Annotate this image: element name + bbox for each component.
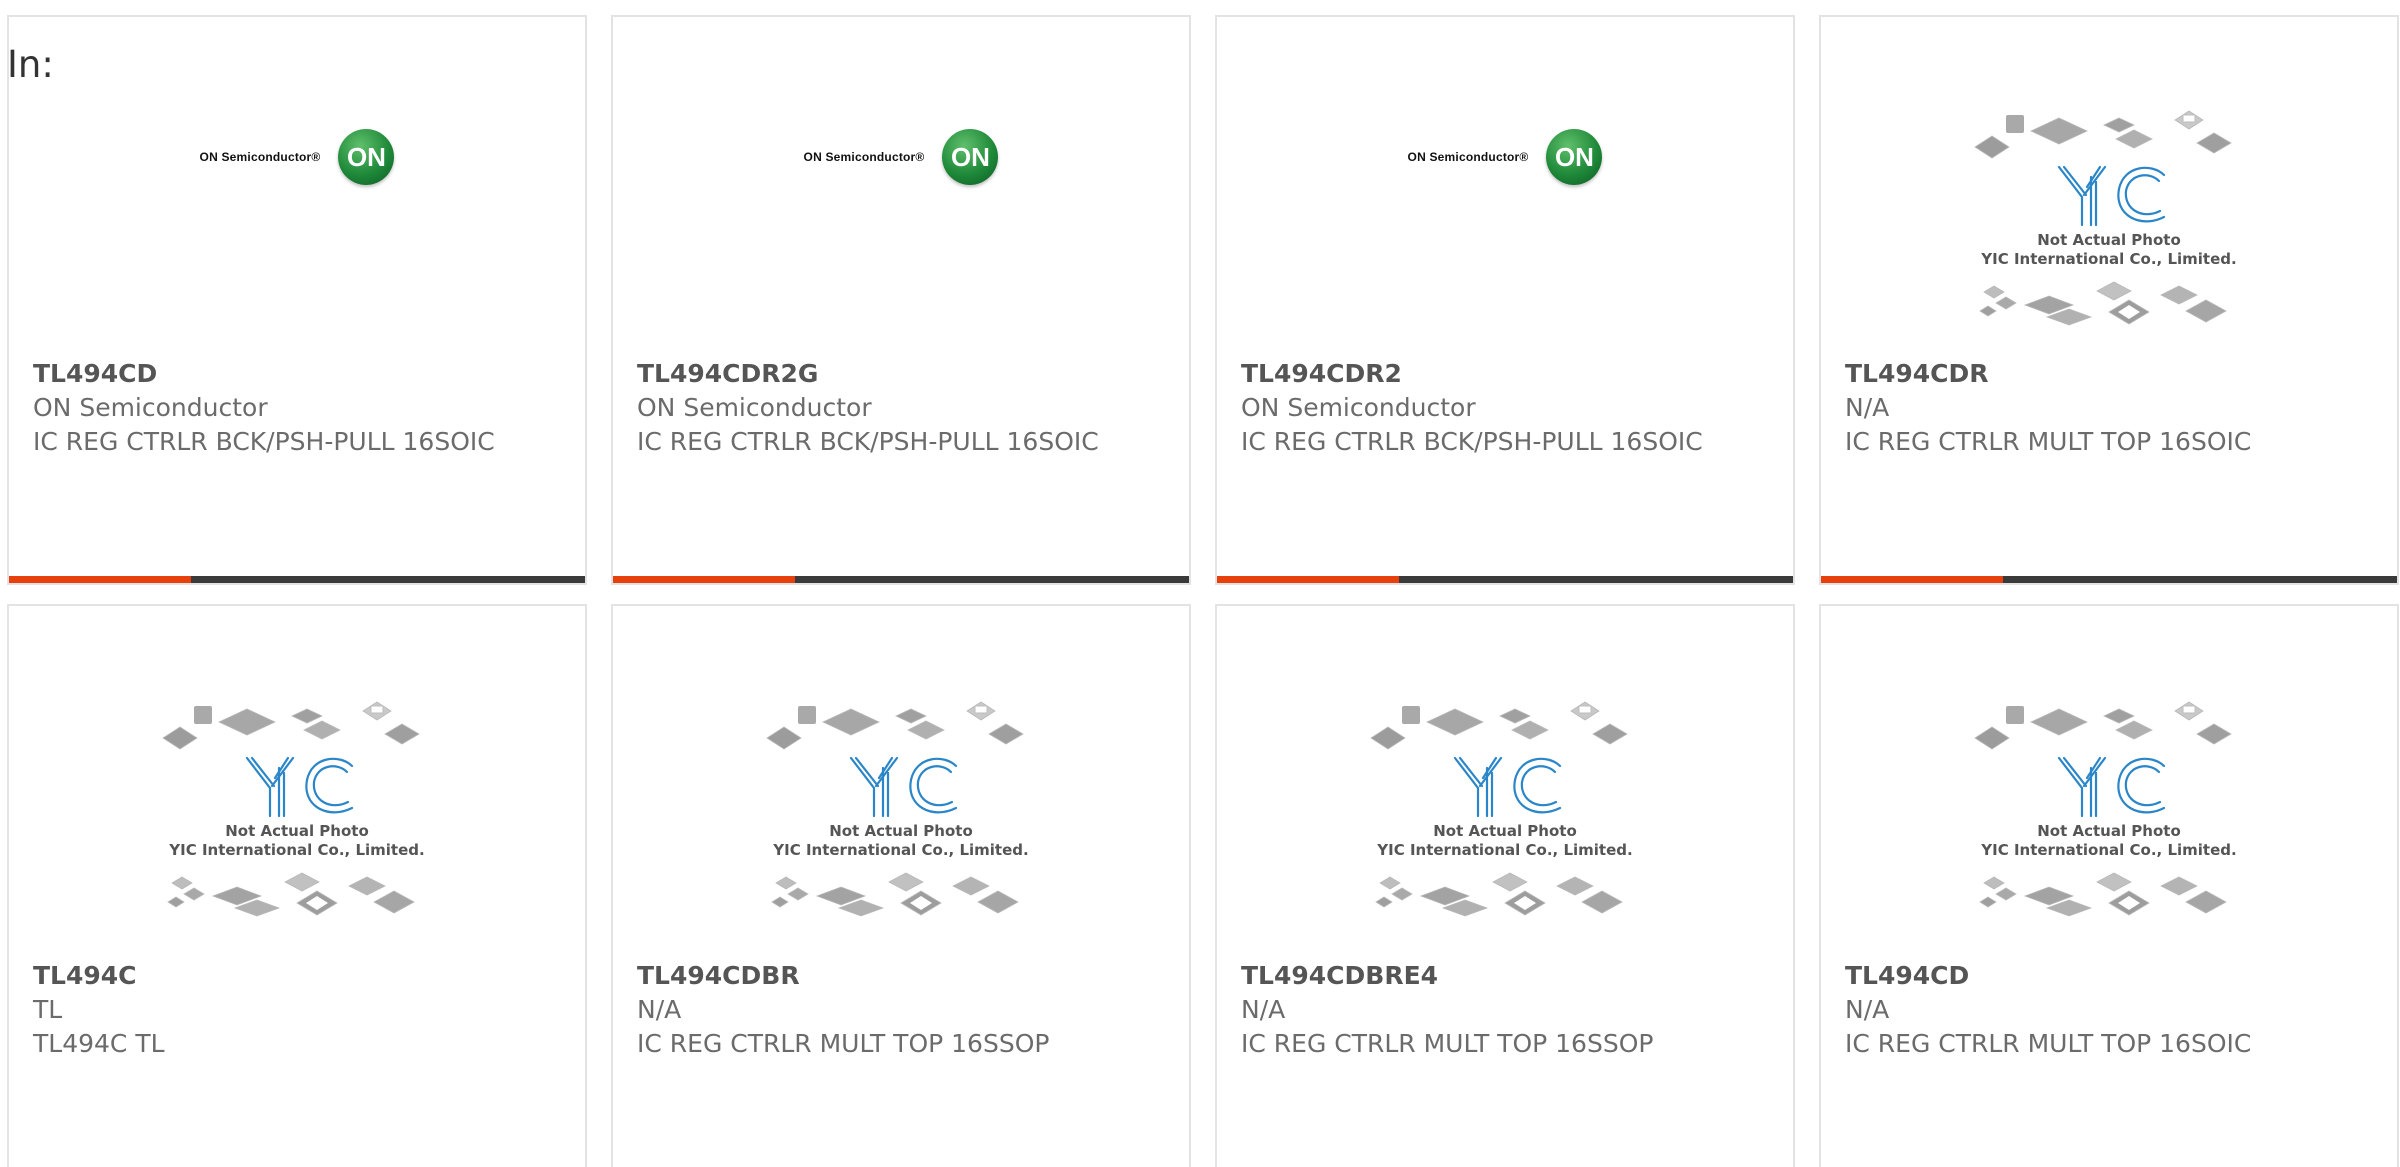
part-number[interactable]: TL494CDR2G xyxy=(637,357,1169,391)
chip-icons-bottom xyxy=(167,872,415,917)
placeholder-caption-2: YIC International Co., Limited. xyxy=(1980,841,2236,859)
yic-placeholder-image: Not Actual PhotoYIC International Co., L… xyxy=(1370,701,1633,917)
chip-icons-top xyxy=(766,701,1024,750)
product-results-page: In: ON Semiconductor® ON TL494CD ON Semi… xyxy=(0,0,2400,1167)
chip-icons-bottom xyxy=(771,872,1019,917)
logo-wordmark: ON Semiconductor® xyxy=(803,150,925,164)
yic-logo xyxy=(849,756,958,818)
placeholder-caption-1: Not Actual Photo xyxy=(829,822,973,840)
card-accent-bar xyxy=(613,576,1189,583)
product-grid: ON Semiconductor® ON TL494CD ON Semicond… xyxy=(7,15,2399,1167)
description: IC REG CTRLR MULT TOP 16SOIC xyxy=(1845,1029,2252,1058)
chip-icons-top xyxy=(1974,701,2232,750)
part-number[interactable]: TL494CDBR xyxy=(637,959,1169,993)
product-card[interactable]: ON Semiconductor® ON TL494CDR2G ON Semic… xyxy=(611,15,1191,585)
description: IC REG CTRLR BCK/PSH-PULL 16SOIC xyxy=(1241,427,1703,456)
yic-placeholder-image: Not Actual PhotoYIC International Co., L… xyxy=(1974,701,2237,917)
chip-icons-top xyxy=(162,701,420,750)
manufacturer: ON Semiconductor xyxy=(637,393,872,422)
manufacturer: ON Semiconductor xyxy=(33,393,268,422)
part-number[interactable]: TL494CD xyxy=(1845,959,2377,993)
placeholder-caption-2: YIC International Co., Limited. xyxy=(168,841,424,859)
on-semiconductor-logo: ON Semiconductor® ON xyxy=(200,129,395,185)
product-card[interactable]: Not Actual Photo YIC International Co., L… xyxy=(611,604,1191,1167)
part-number[interactable]: TL494C xyxy=(33,959,565,993)
chip-icons-bottom xyxy=(1979,872,2227,917)
placeholder-caption-1: Not Actual Photo xyxy=(225,822,369,840)
product-image: Not Actual Photo YIC International Co., L… xyxy=(1217,688,1793,938)
chip-icons-bottom xyxy=(1375,872,1623,917)
placeholder-caption-2: YIC International Co., Limited. xyxy=(1376,841,1632,859)
part-number[interactable]: TL494CD xyxy=(33,357,565,391)
logo-wordmark: ON Semiconductor® xyxy=(199,150,321,164)
chip-icons-top xyxy=(1370,701,1628,750)
product-image: ON Semiconductor® ON xyxy=(1217,112,1793,202)
on-logo-mark: ON xyxy=(1546,129,1603,185)
description: IC REG CTRLR BCK/PSH-PULL 16SOIC xyxy=(33,427,495,456)
part-number[interactable]: TL494CDBRE4 xyxy=(1241,959,1773,993)
manufacturer: ON Semiconductor xyxy=(1241,393,1476,422)
card-accent-bar xyxy=(9,576,585,583)
manufacturer: N/A xyxy=(1845,995,1890,1024)
part-number[interactable]: TL494CDR xyxy=(1845,357,2377,391)
product-image: ON Semiconductor® ON xyxy=(613,112,1189,202)
placeholder-caption-1: Not Actual Photo xyxy=(2037,231,2181,249)
on-logo-mark: ON xyxy=(338,129,395,185)
product-card[interactable]: Not Actual Photo YIC International Co., L… xyxy=(7,604,587,1167)
placeholder-caption-1: Not Actual Photo xyxy=(1433,822,1577,840)
yic-placeholder-image: Not Actual PhotoYIC International Co., L… xyxy=(1974,110,2237,326)
description: IC REG CTRLR MULT TOP 16SOIC xyxy=(1845,427,2252,456)
description: IC REG CTRLR BCK/PSH-PULL 16SOIC xyxy=(637,427,1099,456)
yic-logo xyxy=(2057,165,2166,227)
product-image: Not Actual Photo YIC International Co., L… xyxy=(9,688,585,938)
product-image: Not Actual Photo YIC International Co., L… xyxy=(1821,97,2397,347)
chip-icons-top xyxy=(1974,110,2232,159)
manufacturer: N/A xyxy=(637,995,682,1024)
product-image: Not Actual Photo YIC International Co., L… xyxy=(613,688,1189,938)
logo-wordmark: ON Semiconductor® xyxy=(1407,150,1529,164)
description: IC REG CTRLR MULT TOP 16SSOP xyxy=(637,1029,1050,1058)
yic-placeholder-image: Not Actual PhotoYIC International Co., L… xyxy=(766,701,1029,917)
placeholder-caption-2: YIC International Co., Limited. xyxy=(772,841,1028,859)
card-accent-bar xyxy=(1821,576,2397,583)
manufacturer: TL xyxy=(33,995,63,1024)
product-image: ON Semiconductor® ON xyxy=(9,112,585,202)
yic-logo xyxy=(1453,756,1562,818)
on-semiconductor-logo: ON Semiconductor® ON xyxy=(804,129,999,185)
on-logo-mark: ON xyxy=(942,129,999,185)
yic-placeholder-image: Not Actual PhotoYIC International Co., L… xyxy=(162,701,425,917)
chip-icons-bottom xyxy=(1979,281,2227,326)
yic-logo xyxy=(245,756,354,818)
product-card[interactable]: Not Actual Photo YIC International Co., L… xyxy=(1819,604,2399,1167)
description: TL494C TL xyxy=(33,1029,165,1058)
product-card[interactable]: Not Actual Photo YIC International Co., L… xyxy=(1215,604,1795,1167)
placeholder-caption-2: YIC International Co., Limited. xyxy=(1980,250,2236,268)
part-number[interactable]: TL494CDR2 xyxy=(1241,357,1773,391)
product-image: Not Actual Photo YIC International Co., L… xyxy=(1821,688,2397,938)
card-accent-bar xyxy=(1217,576,1793,583)
yic-logo xyxy=(2057,756,2166,818)
product-card[interactable]: ON Semiconductor® ON TL494CD ON Semicond… xyxy=(7,15,587,585)
product-card[interactable]: Not Actual Photo YIC International Co., L… xyxy=(1819,15,2399,585)
product-card[interactable]: ON Semiconductor® ON TL494CDR2 ON Semico… xyxy=(1215,15,1795,585)
manufacturer: N/A xyxy=(1845,393,1890,422)
description: IC REG CTRLR MULT TOP 16SSOP xyxy=(1241,1029,1654,1058)
manufacturer: N/A xyxy=(1241,995,1286,1024)
on-semiconductor-logo: ON Semiconductor® ON xyxy=(1408,129,1603,185)
placeholder-caption-1: Not Actual Photo xyxy=(2037,822,2181,840)
in-label: In: xyxy=(7,43,54,86)
